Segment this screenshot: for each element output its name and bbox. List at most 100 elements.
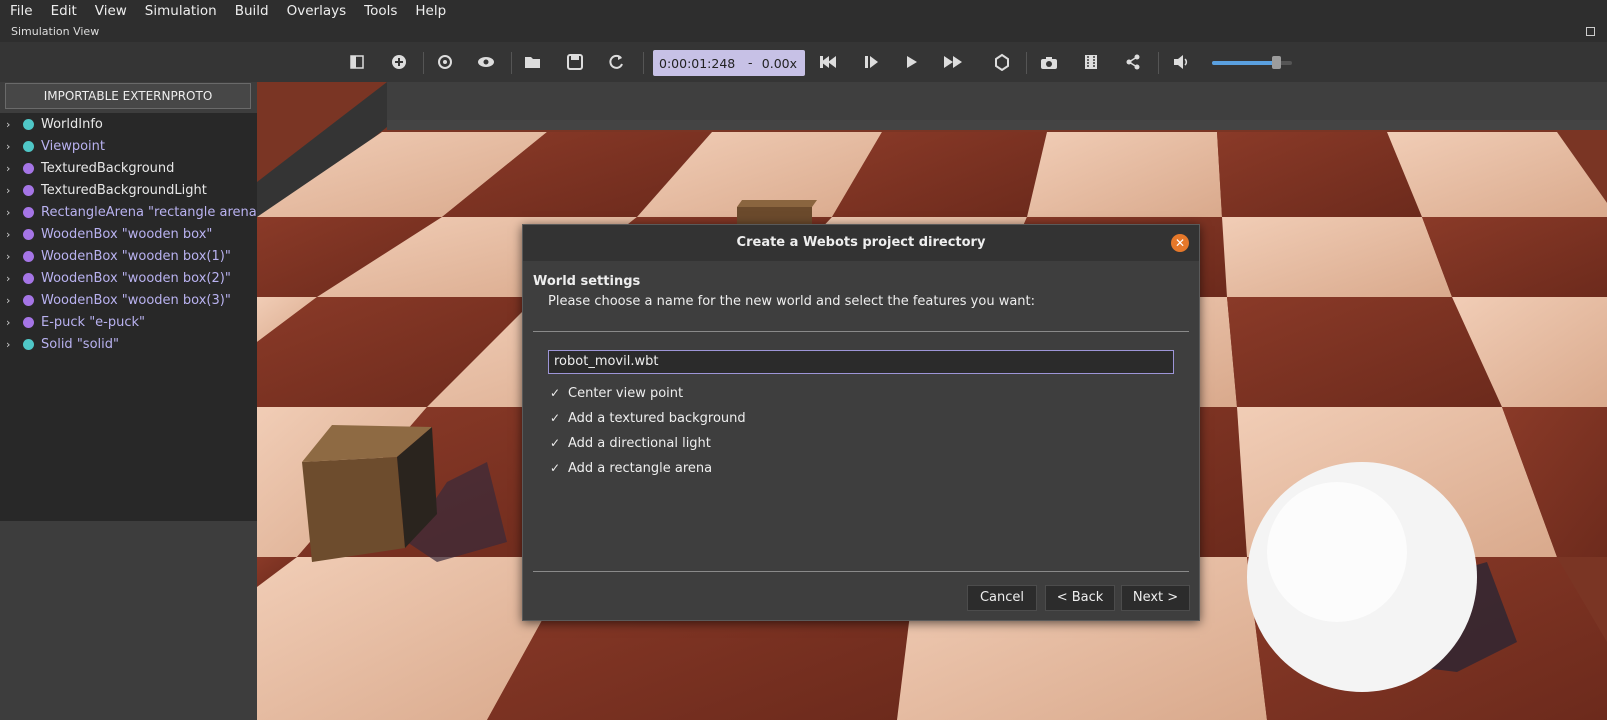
expand-arrow-icon[interactable]: › [6,206,10,219]
close-icon[interactable]: ✕ [1171,234,1189,252]
expand-arrow-icon[interactable]: › [6,272,10,285]
textured-background-checkbox[interactable]: ✓ Add a textured background [548,408,746,428]
expand-arrow-icon[interactable]: › [6,140,10,153]
tree-node-label: Viewpoint [41,138,106,154]
solid-sphere [1247,462,1477,692]
node-type-icon [23,272,34,284]
save-world-icon[interactable] [562,50,588,74]
add-node-icon[interactable] [386,50,412,74]
expand-arrow-icon[interactable]: › [6,338,10,351]
create-project-dialog: Create a Webots project directory ✕ Worl… [522,224,1200,621]
tree-node-label: E-puck "e-puck" [41,314,146,330]
expand-arrow-icon[interactable]: › [6,228,10,241]
node-type-icon [23,118,34,130]
tree-node[interactable]: › WoodenBox "wooden box(3)" [0,289,257,311]
world-settings-heading: World settings [533,274,641,289]
rectangle-arena-checkbox[interactable]: ✓ Add a rectangle arena [548,458,712,478]
node-type-icon [23,338,34,350]
menu-simulation[interactable]: Simulation [136,3,226,19]
checkmark-icon: ✓ [549,436,561,450]
tree-node-label: WoodenBox "wooden box" [41,226,213,242]
share-icon[interactable] [1120,50,1146,74]
open-world-icon[interactable] [520,50,546,74]
option-label: Center view point [568,385,684,401]
reset-view-icon[interactable] [432,50,458,74]
node-type-icon [23,250,34,262]
expand-arrow-icon[interactable]: › [6,184,10,197]
tree-node[interactable]: › TexturedBackground [0,157,257,179]
menu-tools[interactable]: Tools [355,3,406,19]
node-type-icon [23,294,34,306]
node-type-icon [23,184,34,196]
next-button[interactable]: Next > [1121,585,1190,611]
toolbar: 0:00:01:248 - 0.00x [0,42,1607,82]
tree-node-label: WorldInfo [41,116,103,132]
menu-view[interactable]: View [86,3,136,19]
maximize-icon[interactable] [1586,27,1595,36]
directional-light-checkbox[interactable]: ✓ Add a directional light [548,433,711,453]
volume-icon[interactable] [1168,50,1194,74]
simulation-time-display: 0:00:01:248 - 0.00x [653,50,805,76]
movie-icon[interactable] [1078,50,1104,74]
tree-node[interactable]: › WoodenBox "wooden box" [0,223,257,245]
tree-node[interactable]: › TexturedBackgroundLight [0,179,257,201]
cancel-button[interactable]: Cancel [967,585,1037,611]
menu-overlays[interactable]: Overlays [278,3,356,19]
camera-icon[interactable] [1036,50,1062,74]
expand-arrow-icon[interactable]: › [6,316,10,329]
divider [533,571,1189,572]
option-label: Add a directional light [568,435,711,451]
expand-arrow-icon[interactable]: › [6,294,10,307]
tree-node-label: RectangleArena "rectangle arena" [41,204,263,220]
world-name-input[interactable]: robot_movil.wbt [548,350,1174,374]
volume-knob[interactable] [1272,56,1281,69]
play-icon[interactable] [899,50,925,74]
checkmark-icon: ✓ [549,411,561,425]
simulation-time: 0:00:01:248 [659,56,736,71]
menu-bar: File Edit View Simulation Build Overlays Tools… [0,0,1607,22]
tree-node[interactable]: › WorldInfo [0,113,257,135]
eye-icon[interactable] [473,50,499,74]
tree-node-label: WoodenBox "wooden box(3)" [41,292,231,308]
expand-arrow-icon[interactable]: › [6,250,10,263]
simulation-view-title: Simulation View [11,25,100,38]
scene-tree-panel: IMPORTABLE EXTERNPROTO › WorldInfo › Viewpo… [0,82,263,720]
tree-node-label: WoodenBox "wooden box(1)" [41,248,231,264]
step-icon[interactable] [858,50,884,74]
tree-node[interactable]: › Solid "solid" [0,333,257,355]
volume-slider[interactable] [1212,56,1292,69]
expand-arrow-icon[interactable]: › [6,162,10,175]
scene-tree: › WorldInfo › Viewpoint › TexturedBackground ›… [0,113,263,521]
center-view-point-checkbox[interactable]: ✓ Center view point [548,383,683,403]
tree-node[interactable]: › E-puck "e-puck" [0,311,257,333]
simulation-view-header: Simulation View [0,22,1607,42]
tree-node[interactable]: › Viewpoint [0,135,257,157]
rendering-icon[interactable] [989,50,1015,74]
checkmark-icon: ✓ [549,461,561,475]
time-separator: - [748,55,753,70]
tree-node-label: WoodenBox "wooden box(2)" [41,270,231,286]
tree-node[interactable]: › WoodenBox "wooden box(1)" [0,245,257,267]
divider [533,331,1189,332]
back-button[interactable]: < Back [1045,585,1115,611]
toggle-scene-tree-icon[interactable] [344,50,370,74]
node-type-icon [23,162,34,174]
menu-help[interactable]: Help [406,3,455,19]
expand-arrow-icon[interactable]: › [6,118,10,131]
tree-node-label: TexturedBackground [41,160,175,176]
tree-node-label: TexturedBackgroundLight [41,182,207,198]
menu-file[interactable]: File [0,3,42,19]
fast-forward-icon[interactable] [940,50,966,74]
menu-build[interactable]: Build [226,3,278,19]
menu-edit[interactable]: Edit [42,3,86,19]
tree-node[interactable]: › RectangleArena "rectangle arena" [0,201,263,223]
reload-world-icon[interactable] [603,50,629,74]
tree-node[interactable]: › WoodenBox "wooden box(2)" [0,267,257,289]
volume-fill [1212,61,1274,65]
reset-simulation-icon[interactable] [815,50,841,74]
node-type-icon [23,206,34,218]
world-settings-description: Please choose a name for the new world a… [548,294,1036,309]
importable-externproto-button[interactable]: IMPORTABLE EXTERNPROTO [5,83,251,109]
option-label: Add a textured background [568,410,746,426]
simulation-speed: 0.00x [761,56,797,71]
